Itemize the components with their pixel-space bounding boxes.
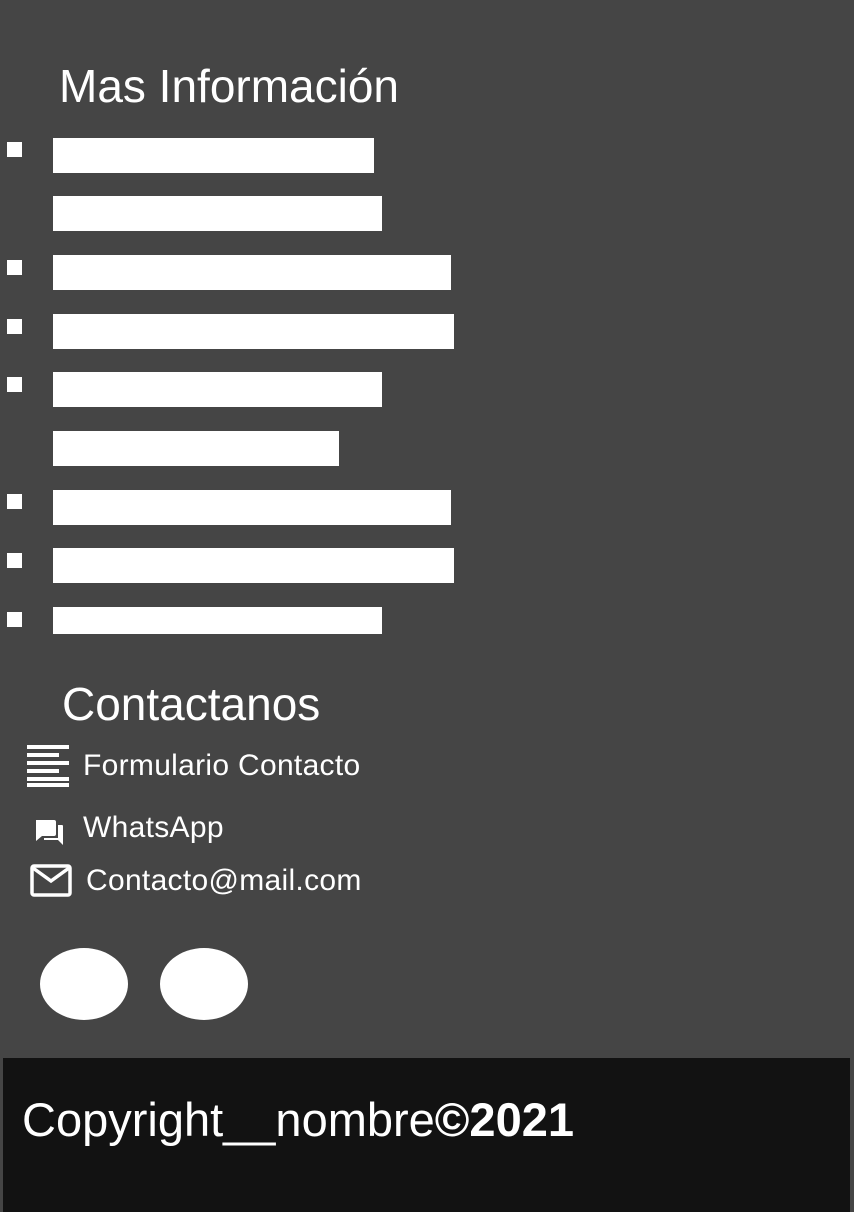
more-info-heading: Mas Información bbox=[59, 60, 400, 112]
list-bullet bbox=[7, 319, 22, 334]
list-bullet bbox=[7, 612, 22, 627]
form-lines-icon bbox=[26, 744, 70, 788]
social-icon-2[interactable] bbox=[160, 948, 248, 1020]
info-link-7[interactable] bbox=[53, 607, 382, 634]
list-bullet bbox=[7, 553, 22, 568]
contact-heading: Contactanos bbox=[62, 678, 321, 730]
copyright-text: Copyright__nombre©2021 bbox=[22, 1092, 574, 1148]
list-bullet bbox=[7, 260, 22, 275]
footer: Copyright__nombre©2021 bbox=[3, 1058, 850, 1212]
mail-icon bbox=[26, 859, 76, 903]
info-link-1[interactable] bbox=[53, 138, 374, 173]
whatsapp-link[interactable]: WhatsApp bbox=[26, 806, 224, 850]
info-link-4-continued[interactable] bbox=[53, 431, 339, 466]
copyright-prefix: Copyright__nombre bbox=[22, 1093, 435, 1146]
contact-form-label: Formulario Contacto bbox=[83, 749, 361, 782]
info-link-1-continued[interactable] bbox=[53, 196, 382, 231]
info-link-4[interactable] bbox=[53, 372, 382, 407]
info-link-6[interactable] bbox=[53, 548, 454, 583]
info-link-5[interactable] bbox=[53, 490, 451, 525]
list-bullet bbox=[7, 494, 22, 509]
whatsapp-label: WhatsApp bbox=[83, 811, 224, 844]
info-link-2[interactable] bbox=[53, 255, 451, 290]
info-link-3[interactable] bbox=[53, 314, 454, 349]
email-label: Contacto@mail.com bbox=[86, 864, 362, 897]
email-link[interactable]: Contacto@mail.com bbox=[26, 859, 362, 903]
chat-icon bbox=[26, 806, 70, 850]
list-bullet bbox=[7, 142, 22, 157]
contact-form-link[interactable]: Formulario Contacto bbox=[26, 744, 360, 788]
list-bullet bbox=[7, 377, 22, 392]
copyright-year: ©2021 bbox=[434, 1093, 574, 1146]
social-icon-1[interactable] bbox=[40, 948, 128, 1020]
